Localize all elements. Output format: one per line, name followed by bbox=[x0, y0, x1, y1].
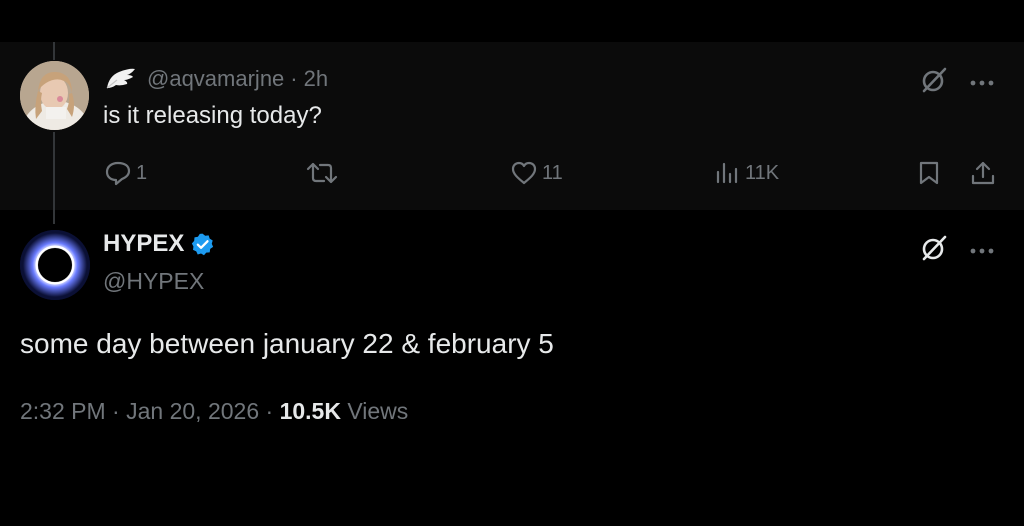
tweet-meta: 2:32 PM · Jan 20, 2026 · 10.5K Views bbox=[20, 398, 408, 425]
retweet-icon bbox=[306, 162, 338, 184]
hypex-logo bbox=[20, 230, 90, 300]
views-count-reply: 11K bbox=[745, 161, 780, 184]
like-count: 11 bbox=[542, 161, 563, 184]
retweet-button[interactable] bbox=[305, 160, 343, 186]
tweet-date[interactable]: Jan 20, 2026 bbox=[126, 398, 259, 425]
views-button[interactable]: 11K bbox=[715, 160, 779, 186]
bookmark-button[interactable] bbox=[917, 160, 941, 186]
share-icon bbox=[971, 161, 995, 185]
thread-line-top bbox=[53, 42, 55, 60]
wing-emoji-icon bbox=[106, 68, 135, 89]
views-count[interactable]: 10.5K bbox=[280, 398, 341, 425]
reply-header: @aqvamarjne · 2h bbox=[103, 64, 328, 94]
more-icon[interactable] bbox=[969, 242, 995, 254]
more-icon[interactable] bbox=[969, 74, 995, 86]
author-row: HYPEX bbox=[103, 230, 215, 258]
like-button[interactable]: 11 bbox=[510, 160, 563, 186]
grok-icon[interactable] bbox=[920, 66, 948, 94]
avatar-photo bbox=[20, 61, 89, 130]
reply-handle[interactable]: @aqvamarjne bbox=[147, 66, 284, 92]
views-label: Views bbox=[347, 398, 409, 424]
reply-button[interactable]: 1 bbox=[104, 160, 147, 186]
author-name[interactable]: HYPEX bbox=[103, 230, 184, 258]
grok-icon[interactable] bbox=[920, 234, 948, 262]
hypex-avatar[interactable] bbox=[20, 230, 90, 300]
tweet-text: some day between january 22 & february 5 bbox=[20, 328, 554, 359]
reply-count: 1 bbox=[136, 161, 148, 184]
author-handle[interactable]: @HYPEX bbox=[103, 268, 204, 295]
top-band bbox=[0, 0, 1024, 42]
like-icon bbox=[511, 161, 537, 185]
avatar[interactable] bbox=[20, 61, 89, 130]
reply-text: is it releasing today? bbox=[103, 102, 322, 129]
share-button[interactable] bbox=[969, 159, 997, 187]
verified-badge-icon bbox=[192, 233, 214, 255]
reply-icon bbox=[105, 161, 131, 186]
separator: · bbox=[290, 66, 298, 91]
reply-time[interactable]: 2h bbox=[304, 66, 328, 92]
tweet-time[interactable]: 2:32 PM bbox=[20, 398, 106, 425]
separator: · bbox=[265, 398, 274, 424]
thread-line bbox=[53, 132, 55, 224]
views-icon bbox=[716, 162, 738, 184]
bookmark-icon bbox=[919, 161, 939, 185]
separator: · bbox=[112, 398, 120, 424]
